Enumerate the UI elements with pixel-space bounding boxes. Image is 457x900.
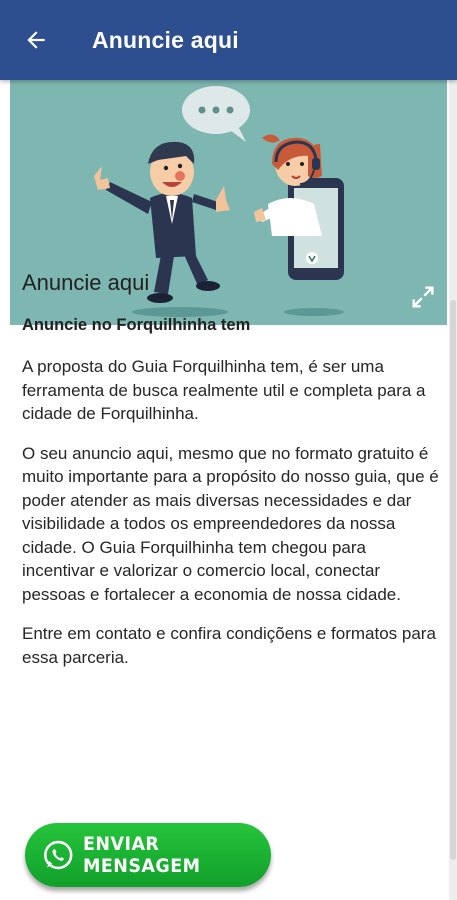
- app-bar: Anuncie aqui: [0, 0, 457, 80]
- arrow-left-icon: [27, 31, 45, 49]
- content-area[interactable]: Anuncie aqui Anuncie no Forquilhinha tem…: [0, 80, 457, 900]
- announcement-text: Anuncie aqui Anuncie no Forquilhinha tem…: [22, 270, 440, 685]
- scrollbar-track[interactable]: [449, 80, 457, 900]
- paragraph-intro: A proposta do Guia Forquilhinha tem, é s…: [22, 357, 426, 423]
- whatsapp-send-button[interactable]: ENVIAR MENSAGEM: [25, 823, 271, 887]
- back-button[interactable]: [0, 0, 72, 80]
- whatsapp-button-label: ENVIAR MENSAGEM: [83, 833, 201, 877]
- whatsapp-icon: [44, 840, 73, 870]
- paragraph-details: O seu anuncio aqui, mesmo que no formato…: [22, 443, 439, 604]
- page-title: Anuncie aqui: [92, 26, 239, 53]
- content-title: Anuncie aqui: [22, 270, 150, 295]
- content-subtitle: Anuncie no Forquilhinha tem: [22, 316, 251, 334]
- scrollbar-thumb[interactable]: [450, 300, 456, 860]
- paragraph-contact: Entre em contato e confira condiçõens e …: [22, 624, 436, 667]
